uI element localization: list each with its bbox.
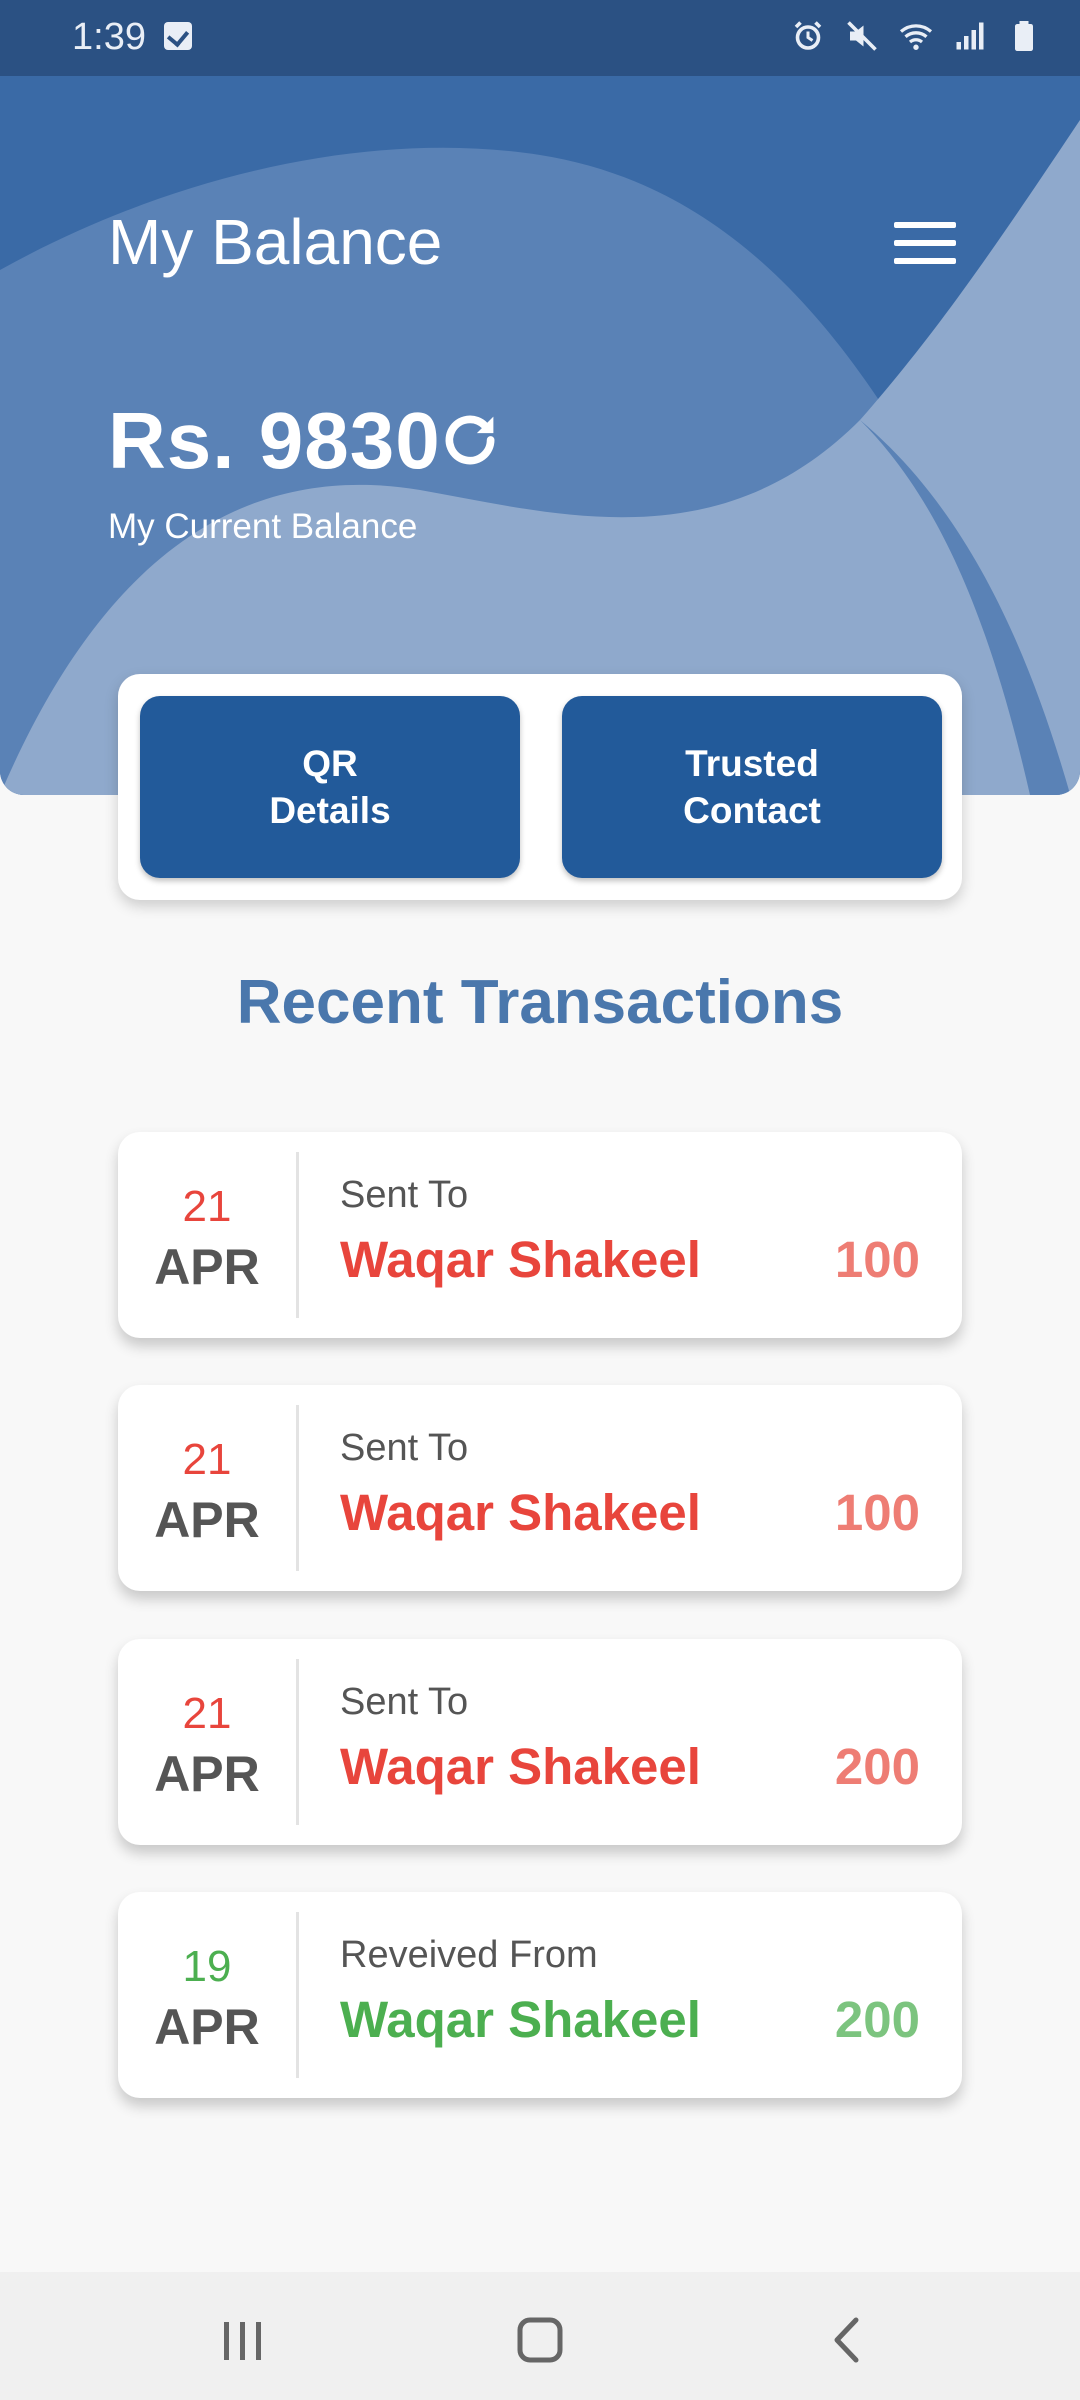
- trusted-contact-button[interactable]: Trusted Contact: [562, 696, 942, 878]
- transaction-card[interactable]: 21 APR Sent To Waqar Shakeel 200: [118, 1639, 962, 1845]
- transaction-name: Waqar Shakeel: [340, 1991, 701, 2048]
- qr-details-label-line2: Details: [269, 790, 391, 831]
- navigation-bar: [0, 2272, 1080, 2400]
- transaction-amount: 100: [834, 1484, 920, 1541]
- transaction-month: APR: [154, 1999, 260, 2055]
- transaction-date: 21 APR: [118, 1385, 296, 1591]
- trusted-contact-label-line2: Contact: [683, 790, 821, 831]
- transaction-type: Reveived From: [340, 1934, 598, 1976]
- transaction-day: 21: [182, 1689, 232, 1738]
- wifi-icon: [899, 24, 933, 50]
- transaction-amount: 200: [834, 1991, 920, 2048]
- transaction-card[interactable]: 21 APR Sent To Waqar Shakeel 100: [118, 1132, 962, 1338]
- balance-caption: My Current Balance: [108, 507, 418, 546]
- transaction-amount: 100: [834, 1231, 920, 1288]
- back-icon[interactable]: [800, 2302, 890, 2372]
- transaction-day: 21: [182, 1435, 232, 1484]
- checkbox-notification-icon: [164, 22, 192, 50]
- divider: [296, 1912, 299, 2078]
- transaction-name: Waqar Shakeel: [340, 1738, 701, 1795]
- transaction-month: APR: [154, 1746, 260, 1802]
- qr-details-button[interactable]: QR Details: [140, 696, 520, 878]
- alarm-icon: [794, 21, 822, 50]
- battery-icon: [1015, 21, 1033, 51]
- signal-icon: [956, 22, 984, 50]
- transaction-name: Waqar Shakeel: [340, 1484, 701, 1541]
- home-icon[interactable]: [495, 2302, 585, 2372]
- refresh-icon[interactable]: [437, 407, 503, 473]
- transaction-month: APR: [154, 1492, 260, 1548]
- transaction-name: Waqar Shakeel: [340, 1231, 701, 1288]
- recent-transactions-title: Recent Transactions: [236, 968, 844, 1037]
- transaction-date: 19 APR: [118, 1892, 296, 2098]
- transaction-card[interactable]: 19 APR Reveived From Waqar Shakeel 200: [118, 1892, 962, 2098]
- transaction-day: 19: [182, 1942, 232, 1991]
- recent-apps-icon[interactable]: [197, 2302, 287, 2372]
- action-card: QR Details Trusted Contact: [118, 674, 962, 900]
- transaction-amount: 200: [834, 1738, 920, 1795]
- transaction-type: Sent To: [340, 1174, 469, 1216]
- divider: [296, 1659, 299, 1825]
- status-time: 1:39: [72, 16, 146, 58]
- transaction-type: Sent To: [340, 1681, 469, 1723]
- trusted-contact-label-line1: Trusted: [685, 743, 819, 784]
- transaction-month: APR: [154, 1239, 260, 1295]
- status-icons: [790, 18, 1042, 54]
- divider: [296, 1405, 299, 1571]
- transaction-card[interactable]: 21 APR Sent To Waqar Shakeel 100: [118, 1385, 962, 1591]
- divider: [296, 1152, 299, 1318]
- hamburger-menu-icon[interactable]: [894, 218, 956, 268]
- transaction-date: 21 APR: [118, 1639, 296, 1845]
- transaction-type: Sent To: [340, 1427, 469, 1469]
- transaction-day: 21: [182, 1182, 232, 1231]
- page-title: My Balance: [108, 206, 443, 278]
- qr-details-label-line1: QR: [302, 743, 358, 784]
- status-bar: 1:39: [0, 0, 1080, 76]
- mute-icon: [847, 21, 877, 51]
- transaction-date: 21 APR: [118, 1132, 296, 1338]
- balance-amount: Rs. 9830: [108, 396, 441, 485]
